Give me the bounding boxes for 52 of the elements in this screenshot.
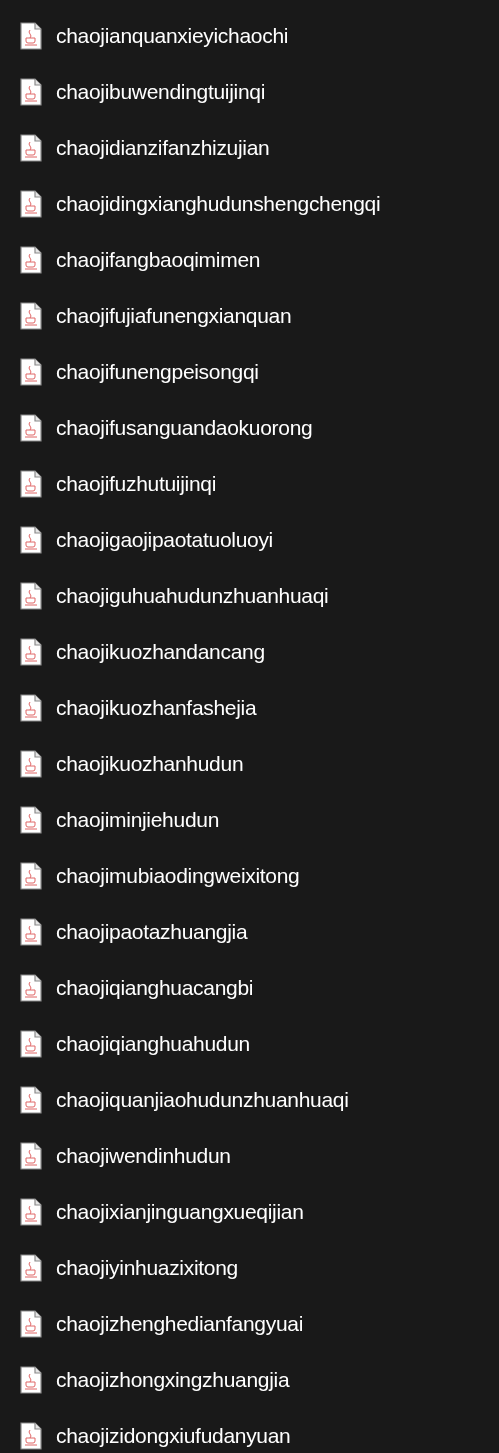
java-file-icon xyxy=(20,1030,42,1058)
file-name[interactable]: chaojifuzhutuijinqi xyxy=(56,472,217,496)
file-name[interactable]: chaojizidongxiufudanyuan xyxy=(56,1424,291,1448)
file-name[interactable]: chaojipaotazhuangjia xyxy=(56,920,248,944)
java-file-icon xyxy=(20,582,42,610)
java-file-icon xyxy=(20,134,42,162)
file-name[interactable]: chaojifusanguandaokuorong xyxy=(56,416,313,440)
java-file-icon xyxy=(20,414,42,442)
file-name[interactable]: chaojidianzifanzhizujian xyxy=(56,136,270,160)
file-name[interactable]: chaojimubiaodingweixitong xyxy=(56,864,300,888)
java-file-icon xyxy=(20,694,42,722)
file-name[interactable]: chaojixianjinguangxueqijian xyxy=(56,1200,304,1224)
java-file-icon xyxy=(20,302,42,330)
file-name[interactable]: chaojiquanjiaohudunzhuanhuaqi xyxy=(56,1088,349,1112)
file-name[interactable]: chaojiminjiehudun xyxy=(56,808,219,832)
java-file-icon xyxy=(20,806,42,834)
java-file-icon xyxy=(20,1142,42,1170)
java-file-icon xyxy=(20,750,42,778)
java-file-icon xyxy=(20,638,42,666)
file-name[interactable]: chaojikuozhanfashejia xyxy=(56,696,257,720)
java-file-icon xyxy=(20,1422,42,1450)
java-file-icon xyxy=(20,526,42,554)
file-name[interactable]: chaojibuwendingtuijinqi xyxy=(56,80,266,104)
java-file-icon xyxy=(20,358,42,386)
java-file-icon xyxy=(20,470,42,498)
file-name[interactable]: chaojiguhuahudunzhuanhuaqi xyxy=(56,584,329,608)
file-name[interactable]: chaojiyinhuazixitong xyxy=(56,1256,238,1280)
file-name[interactable]: chaojifujiafunengxianquan xyxy=(56,304,292,328)
file-name[interactable]: chaojidingxianghudunshengchengqi xyxy=(56,192,381,216)
file-name[interactable]: chaojiqianghuahudun xyxy=(56,1032,250,1056)
java-file-icon xyxy=(20,1086,42,1114)
java-file-icon xyxy=(20,1366,42,1394)
java-file-icon xyxy=(20,974,42,1002)
file-name[interactable]: chaojianquanxieyichaochi xyxy=(56,24,289,48)
java-file-icon xyxy=(20,918,42,946)
java-file-icon xyxy=(20,246,42,274)
java-file-icon xyxy=(20,862,42,890)
file-name[interactable]: chaojifunengpeisongqi xyxy=(56,360,259,384)
file-name[interactable]: chaojizhongxingzhuangjia xyxy=(56,1368,290,1392)
file-name[interactable]: chaojigaojipaotatuoluoyi xyxy=(56,528,273,552)
java-file-icon xyxy=(20,22,42,50)
java-file-icon xyxy=(20,1310,42,1338)
file-name[interactable]: chaojiqianghuacangbi xyxy=(56,976,254,1000)
file-name[interactable]: chaojifangbaoqimimen xyxy=(56,248,261,272)
java-file-icon xyxy=(20,1254,42,1282)
java-file-icon xyxy=(20,190,42,218)
file-name[interactable]: chaojiwendinhudun xyxy=(56,1144,231,1168)
java-file-icon xyxy=(20,78,42,106)
file-name[interactable]: chaojizhenghedianfangyuai xyxy=(56,1312,304,1336)
file-name[interactable]: chaojikuozhanhudun xyxy=(56,752,244,776)
java-file-icon xyxy=(20,1198,42,1226)
file-name[interactable]: chaojikuozhandancang xyxy=(56,640,265,664)
